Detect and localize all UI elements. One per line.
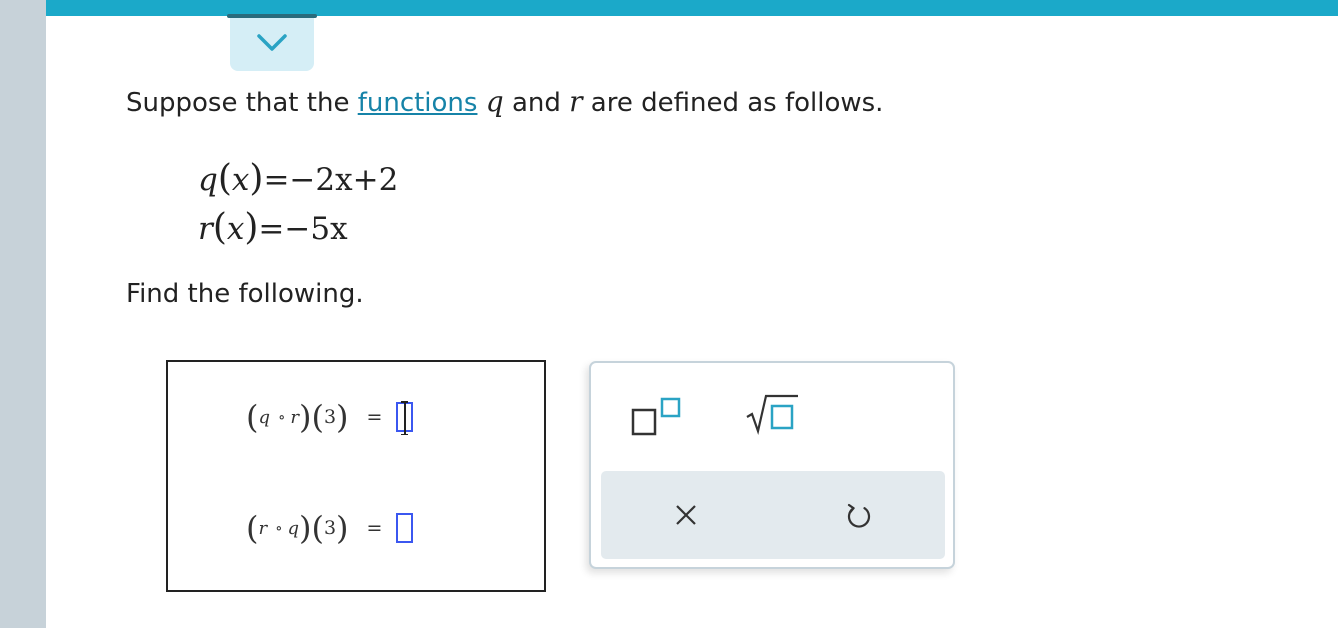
def-rhs: =−5x bbox=[258, 211, 348, 247]
answer-input-q-of-r[interactable] bbox=[396, 401, 414, 435]
compose-operator: ∘ bbox=[278, 408, 286, 426]
def-name: r bbox=[198, 211, 213, 247]
answer-input-r-of-q[interactable] bbox=[396, 513, 414, 543]
equals-sign: = bbox=[366, 517, 383, 539]
clear-button[interactable] bbox=[675, 504, 697, 530]
inner-function: r bbox=[290, 406, 299, 428]
functions-link[interactable]: functions bbox=[358, 88, 478, 118]
def-name: q bbox=[198, 162, 218, 198]
equals-sign: = bbox=[366, 406, 383, 428]
problem-intro: Suppose that the functions q and r are d… bbox=[126, 84, 883, 121]
compose-operator: ∘ bbox=[275, 519, 283, 537]
left-rail bbox=[0, 0, 46, 628]
intro-and: and bbox=[511, 88, 561, 118]
find-instruction: Find the following. bbox=[126, 279, 364, 309]
intro-suffix: are defined as follows. bbox=[590, 88, 884, 118]
math-toolbar bbox=[589, 361, 955, 569]
inner-function: q bbox=[287, 517, 299, 539]
text-cursor bbox=[402, 401, 408, 435]
function-q-name: q bbox=[485, 85, 504, 118]
answer-row-r-of-q: (r ∘ q)(3) = bbox=[246, 508, 414, 548]
answer-row-q-of-r: (q ∘ r)(3) = bbox=[246, 397, 414, 437]
def-rhs: =−2x+2 bbox=[263, 162, 399, 198]
definition-r: r(x)=−5x bbox=[198, 207, 348, 248]
superscript-icon bbox=[631, 397, 681, 436]
answer-box: (q ∘ r)(3) = (r ∘ q)(3) = bbox=[166, 360, 546, 592]
square-root-icon bbox=[746, 394, 798, 435]
undo-button[interactable] bbox=[845, 502, 873, 534]
argument: 3 bbox=[323, 517, 337, 539]
def-var: x bbox=[231, 162, 250, 198]
square-root-button[interactable] bbox=[744, 391, 800, 441]
clear-icon bbox=[676, 505, 696, 525]
outer-function: q bbox=[258, 406, 271, 428]
outer-function: r bbox=[258, 517, 268, 539]
intro-prefix: Suppose that the bbox=[126, 88, 350, 118]
definition-q: q(x)=−2x+2 bbox=[198, 158, 399, 199]
superscript-button[interactable] bbox=[631, 397, 683, 441]
collapse-toggle-button[interactable] bbox=[227, 14, 317, 71]
argument: 3 bbox=[323, 406, 337, 428]
action-bar bbox=[601, 471, 945, 559]
def-var: x bbox=[226, 211, 245, 247]
function-r-name: r bbox=[569, 85, 583, 118]
undo-icon bbox=[847, 503, 871, 528]
function-definitions: q(x)=−2x+2 r(x)=−5x bbox=[198, 155, 398, 253]
chevron-down-icon bbox=[257, 33, 287, 51]
